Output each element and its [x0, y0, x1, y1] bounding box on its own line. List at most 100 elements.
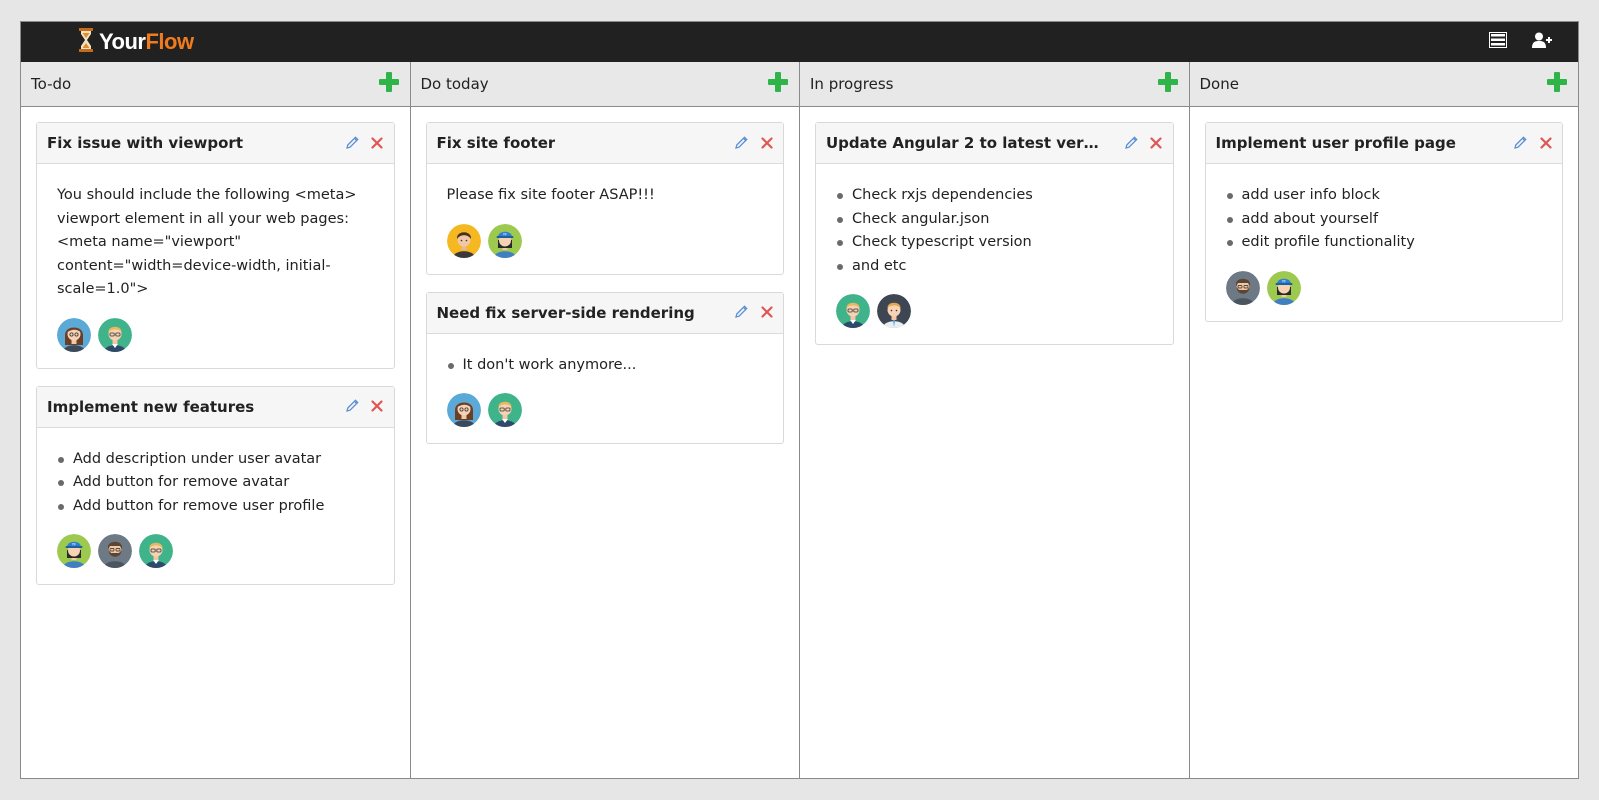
- checklist-item: It don't work anymore...: [447, 354, 764, 378]
- column-done: Done Implement user profile page add user …: [1189, 62, 1578, 778]
- column-to-do: To-do Fix issue with viewport You should i…: [21, 62, 411, 778]
- pencil-icon: [735, 303, 748, 322]
- checklist-item: edit profile functionality: [1226, 231, 1543, 255]
- delete-card-button[interactable]: [760, 136, 773, 150]
- checklist-item: Add button for remove user profile: [57, 495, 374, 519]
- task-card[interactable]: Implement user profile page add user info…: [1204, 122, 1563, 322]
- add-user-button[interactable]: [1531, 31, 1553, 53]
- avatar[interactable]: YF: [57, 534, 91, 568]
- delete-card-button[interactable]: [1150, 134, 1163, 153]
- card-actions: [345, 397, 384, 416]
- task-card[interactable]: Update Angular 2 to latest version ... Ch…: [815, 122, 1174, 345]
- edit-card-button[interactable]: [345, 397, 359, 416]
- add-user-icon: [1532, 32, 1552, 52]
- close-icon: [371, 134, 383, 153]
- checklist-item: add user info block: [1226, 184, 1543, 208]
- pencil-icon: [345, 397, 359, 416]
- avatar[interactable]: [487, 393, 522, 427]
- close-icon: [1150, 134, 1162, 153]
- delete-card-button[interactable]: [371, 134, 384, 153]
- card-title: Fix issue with viewport: [47, 134, 243, 152]
- avatar[interactable]: YF: [1266, 270, 1301, 305]
- card-body: add user info block add about yourself edi…: [1206, 164, 1563, 321]
- add-card-button[interactable]: [378, 72, 400, 95]
- card-actions: [345, 134, 384, 153]
- card-body: It don't work anymore...: [427, 334, 784, 444]
- pencil-icon: [1124, 134, 1138, 153]
- column-header: Done: [1189, 62, 1578, 107]
- avatar[interactable]: YF: [487, 223, 522, 258]
- add-card-button[interactable]: [1157, 72, 1179, 96]
- brand-logo[interactable]: YourFlow: [79, 28, 194, 56]
- card-header: Update Angular 2 to latest version ...: [816, 123, 1173, 164]
- list-view-icon: [1489, 32, 1507, 52]
- plus-icon: [1157, 72, 1178, 96]
- pencil-icon: [1514, 134, 1527, 153]
- column-header: In progress: [800, 62, 1189, 107]
- avatar[interactable]: [98, 534, 132, 568]
- assignee-avatars: YF: [446, 223, 764, 258]
- brand-part-flow: Flow: [145, 29, 194, 54]
- card-title: Fix site footer: [436, 134, 556, 152]
- checklist-item: add about yourself: [1226, 208, 1543, 232]
- delete-card-button[interactable]: [371, 400, 384, 413]
- checklist-item: and etc: [836, 255, 1153, 279]
- card-body: Add description under user avatar Add but…: [37, 428, 394, 585]
- avatar[interactable]: [446, 223, 481, 258]
- edit-card-button[interactable]: [1514, 134, 1527, 153]
- avatar[interactable]: [1225, 270, 1260, 305]
- avatar[interactable]: [57, 317, 91, 352]
- close-icon: [1539, 134, 1552, 153]
- card-description: Please fix site footer ASAP!!!: [446, 187, 655, 203]
- avatar[interactable]: [98, 317, 132, 352]
- card-title: Implement new features: [47, 397, 255, 416]
- add-card-button[interactable]: [1546, 72, 1568, 96]
- task-card[interactable]: Need fix server-side rendering It don't w…: [425, 291, 784, 444]
- column-header: Do today: [410, 62, 799, 107]
- brand-part-your: Your: [99, 29, 146, 54]
- pencil-icon: [345, 134, 359, 153]
- add-card-button[interactable]: [767, 72, 789, 96]
- checklist: add user info block add about yourself edi…: [1226, 184, 1543, 255]
- plus-icon: [768, 72, 788, 96]
- delete-card-button[interactable]: [1539, 134, 1552, 153]
- card-header: Need fix server-side rendering: [426, 292, 783, 334]
- edit-card-button[interactable]: [735, 134, 748, 153]
- checklist: Check rxjs dependencies Check angular.jso…: [836, 184, 1153, 278]
- card-actions: [735, 134, 773, 153]
- card-header: Implement new features: [37, 386, 394, 428]
- column-title: In progress: [810, 75, 894, 93]
- card-actions: [1124, 134, 1163, 153]
- edit-card-button[interactable]: [735, 303, 748, 322]
- assignee-avatars: YF: [57, 534, 374, 568]
- column-body: Update Angular 2 to latest version ... Ch…: [800, 107, 1189, 377]
- task-card[interactable]: Fix issue with viewport You should includ…: [36, 122, 395, 369]
- card-body: Please fix site footer ASAP!!! YF: [427, 164, 784, 274]
- close-icon: [371, 397, 383, 416]
- card-body: Check rxjs dependencies Check angular.jso…: [816, 164, 1173, 344]
- svg-text:YF: YF: [502, 232, 506, 236]
- list-view-button[interactable]: [1487, 31, 1509, 53]
- task-card[interactable]: Fix site footer Please fix site footer AS…: [425, 122, 784, 275]
- column-in-progress: In progress Update Angular 2 to latest ve…: [800, 62, 1190, 778]
- avatar[interactable]: [877, 294, 911, 328]
- brand-name: YourFlow: [99, 29, 194, 55]
- edit-card-button[interactable]: [1124, 134, 1138, 153]
- navbar: YourFlow: [21, 22, 1578, 62]
- card-actions: [1514, 134, 1552, 153]
- assignee-avatars: [57, 317, 374, 352]
- pencil-icon: [735, 134, 748, 153]
- edit-card-button[interactable]: [345, 134, 359, 153]
- checklist: Add description under user avatar Add but…: [57, 448, 374, 519]
- checklist-item: Add description under user avatar: [57, 448, 374, 472]
- task-card[interactable]: Implement new features Add description un…: [36, 385, 395, 585]
- checklist: It don't work anymore...: [447, 354, 764, 378]
- avatar[interactable]: [446, 393, 481, 427]
- avatar[interactable]: [139, 534, 173, 568]
- checklist-item: Add button for remove avatar: [57, 471, 374, 495]
- avatar[interactable]: [836, 294, 870, 328]
- card-title: Need fix server-side rendering: [436, 303, 695, 322]
- delete-card-button[interactable]: [760, 306, 773, 319]
- plus-icon: [1547, 72, 1567, 96]
- assignee-avatars: YF: [1225, 270, 1543, 305]
